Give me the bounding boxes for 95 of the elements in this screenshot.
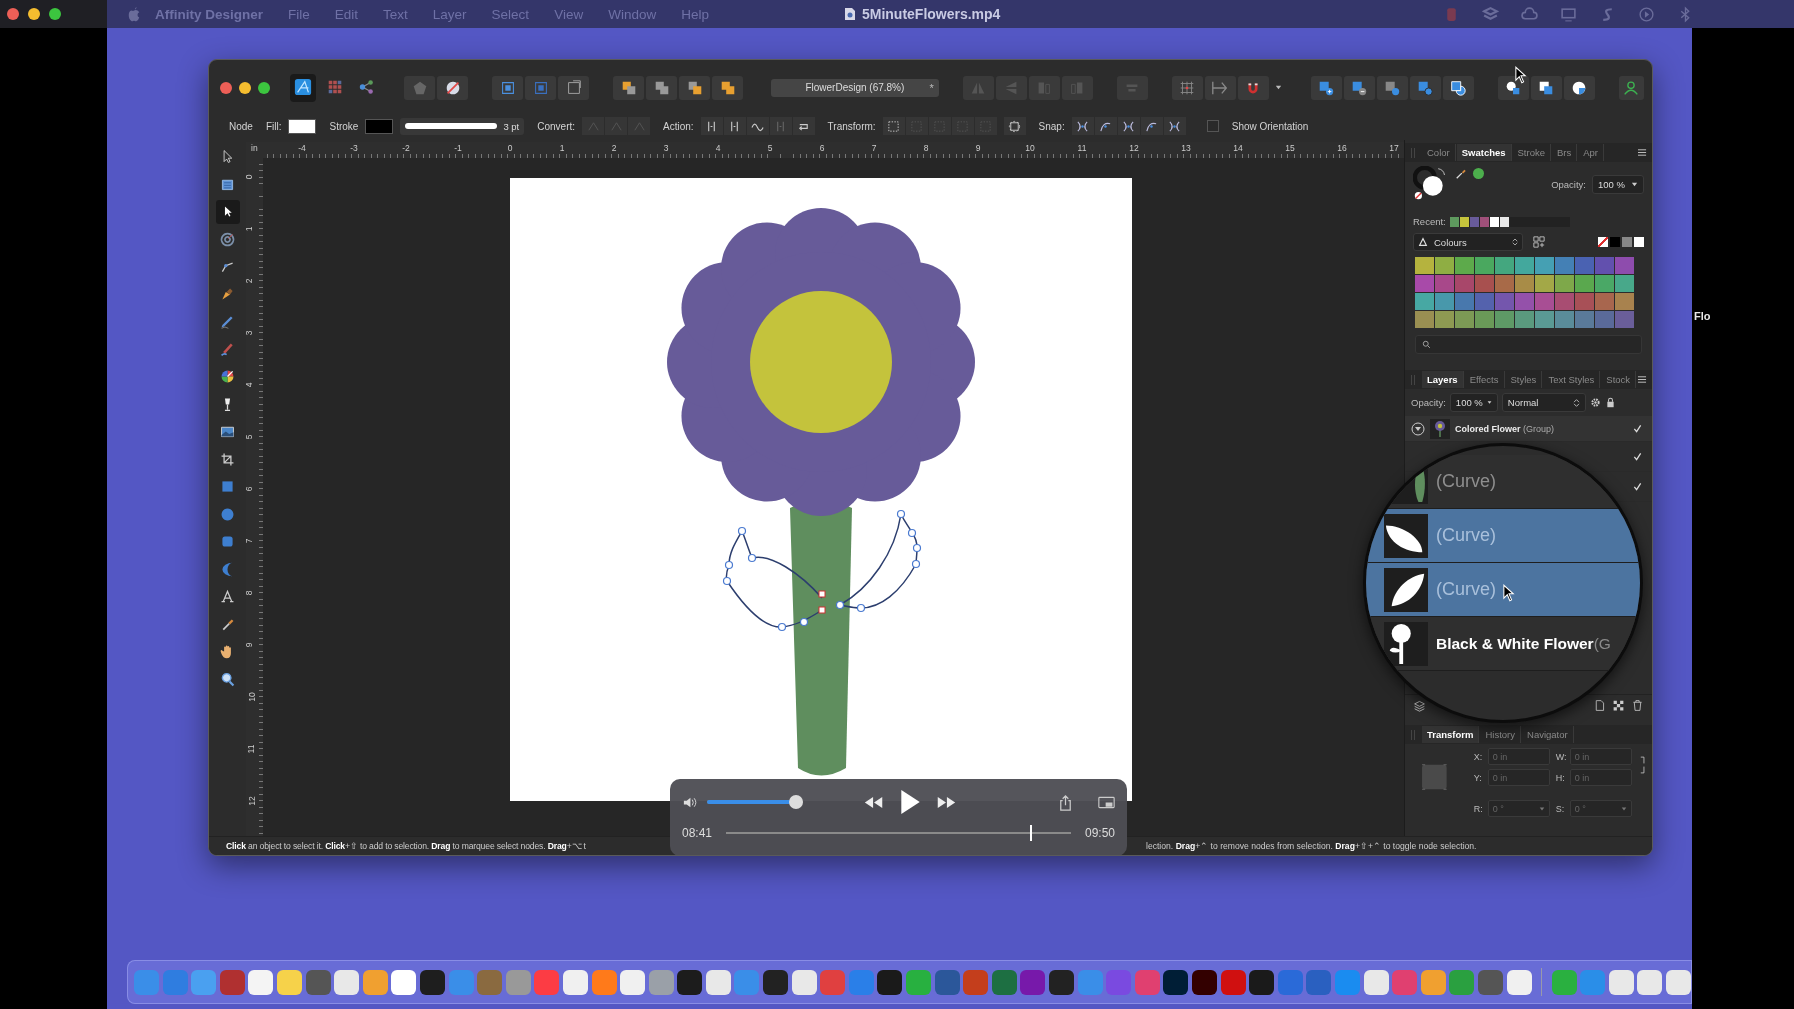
ruler-label: 9: [975, 143, 981, 153]
mode-label: Node: [229, 120, 253, 132]
blend-mode-dropdown[interactable]: Normal: [1501, 393, 1586, 412]
ruler-label: 7: [871, 143, 877, 153]
panel-tab[interactable]: Transform: [1422, 726, 1480, 743]
panel-tab[interactable]: Layers: [1422, 371, 1464, 388]
stroke-label: Stroke: [329, 120, 359, 132]
ruler-unit: in: [251, 143, 258, 153]
menu-item[interactable]: Affinity Designer: [155, 6, 263, 22]
layer-name: (Curve): [1436, 579, 1496, 600]
panel-tab[interactable]: Stock: [1601, 371, 1637, 388]
convert-label: Convert:: [537, 120, 576, 132]
ruler-label: 12: [1129, 143, 1139, 153]
action-label: Action:: [663, 120, 694, 132]
panel-tab[interactable]: Styles: [1505, 371, 1543, 388]
ruler-label: -2: [402, 143, 410, 153]
ruler-label: 5: [767, 143, 773, 153]
window-title: 5MinuteFlowers.mp4: [861, 6, 1001, 22]
ruler-label: 6: [819, 143, 825, 153]
panel-tab[interactable]: History: [1480, 726, 1522, 743]
panel-tab[interactable]: Swatches: [1456, 144, 1512, 161]
panel-tab[interactable]: Navigator: [1522, 726, 1574, 743]
show-orientation-label: Show Orientation: [1231, 120, 1309, 132]
ruler-label: 4: [715, 143, 721, 153]
panel-tab[interactable]: Brs: [1552, 144, 1578, 161]
ruler-label: 17: [1389, 143, 1399, 153]
ruler-label: 16: [1337, 143, 1347, 153]
opacity-field[interactable]: 100 %: [1592, 174, 1644, 194]
opacity-label: Opacity:: [1411, 397, 1446, 408]
snap-label: Snap:: [1038, 120, 1065, 132]
layer-name: Colored Flower (Group): [1455, 423, 1555, 434]
ruler-label: 13: [1181, 143, 1191, 153]
ruler-label: 8: [923, 143, 929, 153]
layer-row[interactable]: Colored Flower (Group): [1405, 416, 1652, 442]
field-label: X:: [1473, 751, 1484, 762]
ruler-label: -3: [350, 143, 358, 153]
ruler-label: 15: [1285, 143, 1295, 153]
desktop-item-label: Flo: [1694, 310, 1711, 322]
field-label: W:: [1555, 751, 1568, 762]
opacity-label: Opacity:: [1551, 178, 1586, 190]
ruler-label: 10: [246, 692, 257, 702]
field-label: Y:: [1473, 772, 1483, 783]
menu-item[interactable]: Edit: [334, 6, 359, 22]
panel-tab[interactable]: Color: [1422, 144, 1456, 161]
layer-name: Black & White Flower(G: [1436, 634, 1611, 653]
layer-opacity-field[interactable]: 100 %: [1449, 393, 1498, 412]
menu-item[interactable]: File: [288, 6, 310, 22]
panel-tab[interactable]: Effects: [1464, 371, 1505, 388]
menu-item[interactable]: Window: [608, 6, 657, 22]
ruler-label: 3: [244, 330, 255, 336]
duration-time: 09:50: [1084, 826, 1115, 840]
ruler-label: 0: [507, 143, 513, 153]
panel-tab[interactable]: Text Styles: [1543, 371, 1601, 388]
layer-name: (Curve): [1436, 525, 1496, 546]
panel-tab[interactable]: Apr: [1578, 144, 1605, 161]
ruler-label: 0: [244, 174, 255, 180]
ruler-label: 8: [244, 590, 255, 596]
ruler-label: 3: [663, 143, 669, 153]
ruler-label: 2: [244, 278, 255, 284]
field-label: R:: [1473, 803, 1484, 814]
ruler-label: 6: [244, 486, 255, 492]
ruler-label: 11: [246, 744, 257, 754]
elapsed-time: 08:41: [682, 826, 713, 840]
ruler-label: 4: [244, 382, 255, 388]
panel-tab[interactable]: Stroke: [1512, 144, 1551, 161]
menu-item[interactable]: View: [554, 6, 584, 22]
ruler-label: 7: [244, 538, 255, 544]
ruler-label: 12: [246, 796, 257, 806]
ruler-label: 5: [244, 434, 255, 440]
ruler-label: 14: [1233, 143, 1243, 153]
palette-selector[interactable]: Colours: [1413, 233, 1523, 251]
ruler-label: 1: [244, 226, 255, 232]
recent-label: Recent:: [1413, 216, 1446, 227]
ruler-label: 1: [559, 143, 565, 153]
layer-row[interactable]: (Curve): [1366, 509, 1640, 563]
ruler-label: 9: [244, 642, 255, 648]
menu-item[interactable]: Layer: [432, 6, 467, 22]
field-label: H:: [1555, 772, 1566, 783]
stroke-width-control[interactable]: 3 pt: [400, 117, 525, 135]
ruler-label: 2: [611, 143, 617, 153]
field-label: S:: [1555, 803, 1566, 814]
layer-name: (Curve): [1436, 471, 1496, 492]
ruler-label: 10: [1025, 143, 1035, 153]
status-hint: lection. Drag+⌃ to remove nodes from selection. Drag+⇧+⌃ to toggle node selection.: [1146, 841, 1477, 851]
menu-item[interactable]: Text: [383, 6, 408, 22]
menu-item[interactable]: Select: [491, 6, 530, 22]
ruler-label: -1: [454, 143, 462, 153]
menu-item[interactable]: Help: [681, 6, 709, 22]
layer-row[interactable]: (Curve): [1366, 563, 1640, 617]
document-name-field[interactable]: FlowerDesign (67.8%) *: [771, 78, 939, 97]
ruler-label: -4: [298, 143, 306, 153]
fill-label: Fill:: [265, 120, 282, 132]
status-hint: Click an object to select it. Click+⇧ to add to selection. Drag to marquee select nodes. Drag+⌥ t: [226, 841, 587, 851]
transform-label: Transform:: [827, 120, 876, 132]
ruler-label: 11: [1077, 143, 1087, 153]
